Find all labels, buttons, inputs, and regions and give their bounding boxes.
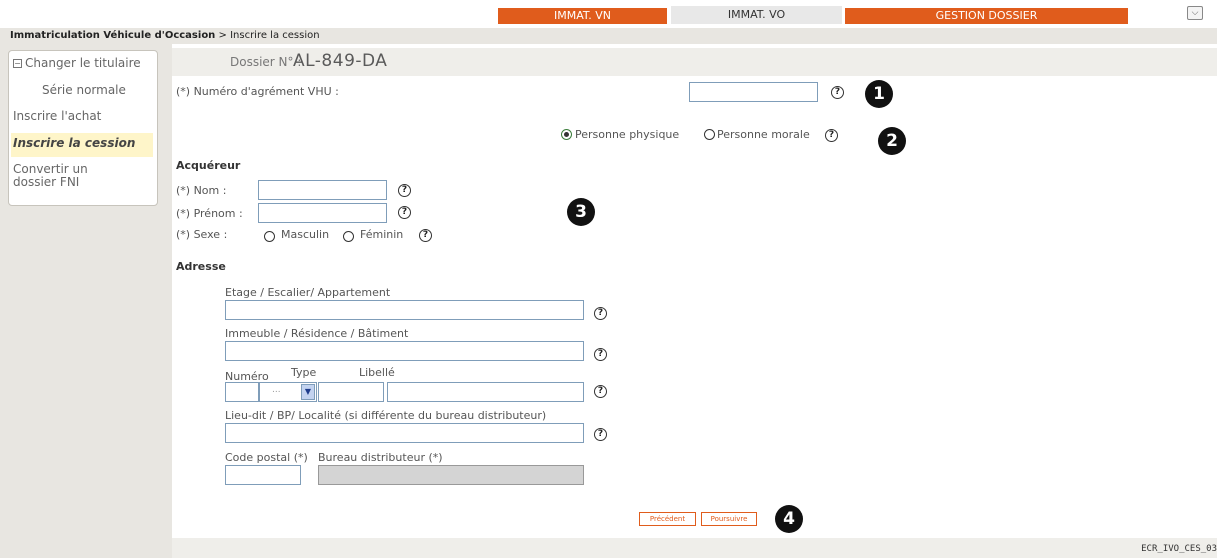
radio-masculin[interactable] [264,231,275,242]
sidebar-menu: − Changer le titulaire Série normale Insc… [8,50,158,206]
sidebar-item-changer-titulaire[interactable]: − Changer le titulaire [13,56,141,70]
tab-immat-vn[interactable]: IMMAT. VN [498,8,667,24]
help-icon[interactable]: ? [419,229,432,242]
sexe-label: (*) Sexe : [176,228,228,241]
dossier-number: AL-849-DA [293,51,388,71]
tab-gestion-dossier[interactable]: GESTION DOSSIER [845,8,1128,24]
libelle-label: Libellé [359,366,395,379]
feminin-label: Féminin [360,228,404,241]
bureau-distributeur-input [318,465,584,485]
poursuivre-button[interactable]: Poursuivre [701,512,757,526]
prenom-input[interactable] [258,203,387,223]
breadcrumb-current: Inscrire la cession [230,30,320,41]
lieudit-input[interactable] [225,423,584,443]
help-icon[interactable]: ? [594,385,607,398]
numero-input[interactable] [225,382,259,402]
select-value: ... [272,385,281,395]
breadcrumb: Immatriculation Véhicule d'Occasion > In… [0,28,1217,44]
sidebar-item-inscrire-achat[interactable]: Inscrire l'achat [13,109,101,123]
help-icon[interactable]: ? [594,307,607,320]
immeuble-input[interactable] [225,341,584,361]
tab-immat-vo[interactable]: IMMAT. VO [671,6,842,24]
help-icon[interactable]: ? [825,129,838,142]
collapse-icon[interactable]: − [13,59,22,68]
sidebar-item-inscrire-cession[interactable]: Inscrire la cession [11,133,153,157]
type-voie-select[interactable]: ... ▼ [259,382,317,402]
type-label: Type [291,366,317,379]
type-input[interactable] [318,382,384,402]
sidebar-item-serie-normale[interactable]: Série normale [42,83,126,97]
radio-personne-physique[interactable] [561,129,572,140]
sidebar-item-label: dossier FNI [13,175,80,189]
code-postal-label: Code postal (*) [225,451,308,464]
help-icon[interactable]: ? [594,428,607,441]
radio-personne-morale[interactable] [704,129,715,140]
dossier-header: Dossier N° : AL-849-DA [172,48,1217,76]
main-panel: Dossier N° : AL-849-DA (*) Numéro d'agré… [172,44,1217,558]
form-content: (*) Numéro d'agrément VHU : ? 1 Personne… [174,76,1214,538]
top-nav: IMMAT. VN IMMAT. VO GESTION DOSSIER ⌵ [0,0,1217,28]
lieudit-label: Lieu-dit / BP/ Localité (si différente d… [225,409,547,422]
personne-physique-label: Personne physique [575,128,680,141]
step-badge-3: 3 [567,198,595,226]
nom-label: (*) Nom : [176,184,227,197]
agrement-label: (*) Numéro d'agrément VHU : [176,85,339,98]
bureau-distributeur-label: Bureau distributeur (*) [318,451,443,464]
dossier-label: Dossier N° : [230,55,302,69]
personne-morale-label: Personne morale [717,128,810,141]
step-badge-4: 4 [775,505,803,533]
help-icon[interactable]: ? [398,184,411,197]
radio-feminin[interactable] [343,231,354,242]
breadcrumb-root[interactable]: Immatriculation Véhicule d'Occasion [10,30,215,41]
sidebar-item-label: Changer le titulaire [25,56,141,70]
etage-input[interactable] [225,300,584,320]
help-icon[interactable]: ? [831,86,844,99]
prenom-label: (*) Prénom : [176,207,243,220]
code-postal-input[interactable] [225,465,301,485]
sidebar-item-convertir-fni[interactable]: Convertir un dossier FNI [13,163,88,189]
immeuble-label: Immeuble / Résidence / Bâtiment [225,327,409,340]
footer-bar: ECR_IVO_CES_03 [172,538,1217,558]
precedent-button[interactable]: Précédent [639,512,696,526]
help-icon[interactable]: ? [398,206,411,219]
agrement-input[interactable] [689,82,818,102]
left-panel: − Changer le titulaire Série normale Insc… [0,44,172,558]
acquereur-title: Acquéreur [176,159,241,172]
help-icon[interactable]: ? [594,348,607,361]
etage-label: Etage / Escalier/ Appartement [225,286,391,299]
nom-input[interactable] [258,180,387,200]
step-badge-2: 2 [878,127,906,155]
screen-code: ECR_IVO_CES_03 [1141,544,1217,554]
libelle-input[interactable] [387,382,584,402]
step-badge-1: 1 [865,80,893,108]
chevron-double-down-icon[interactable]: ⌵ [1187,6,1203,20]
adresse-title: Adresse [176,260,226,273]
breadcrumb-separator: > [218,30,227,41]
masculin-label: Masculin [281,228,330,241]
chevron-down-icon[interactable]: ▼ [301,384,315,400]
